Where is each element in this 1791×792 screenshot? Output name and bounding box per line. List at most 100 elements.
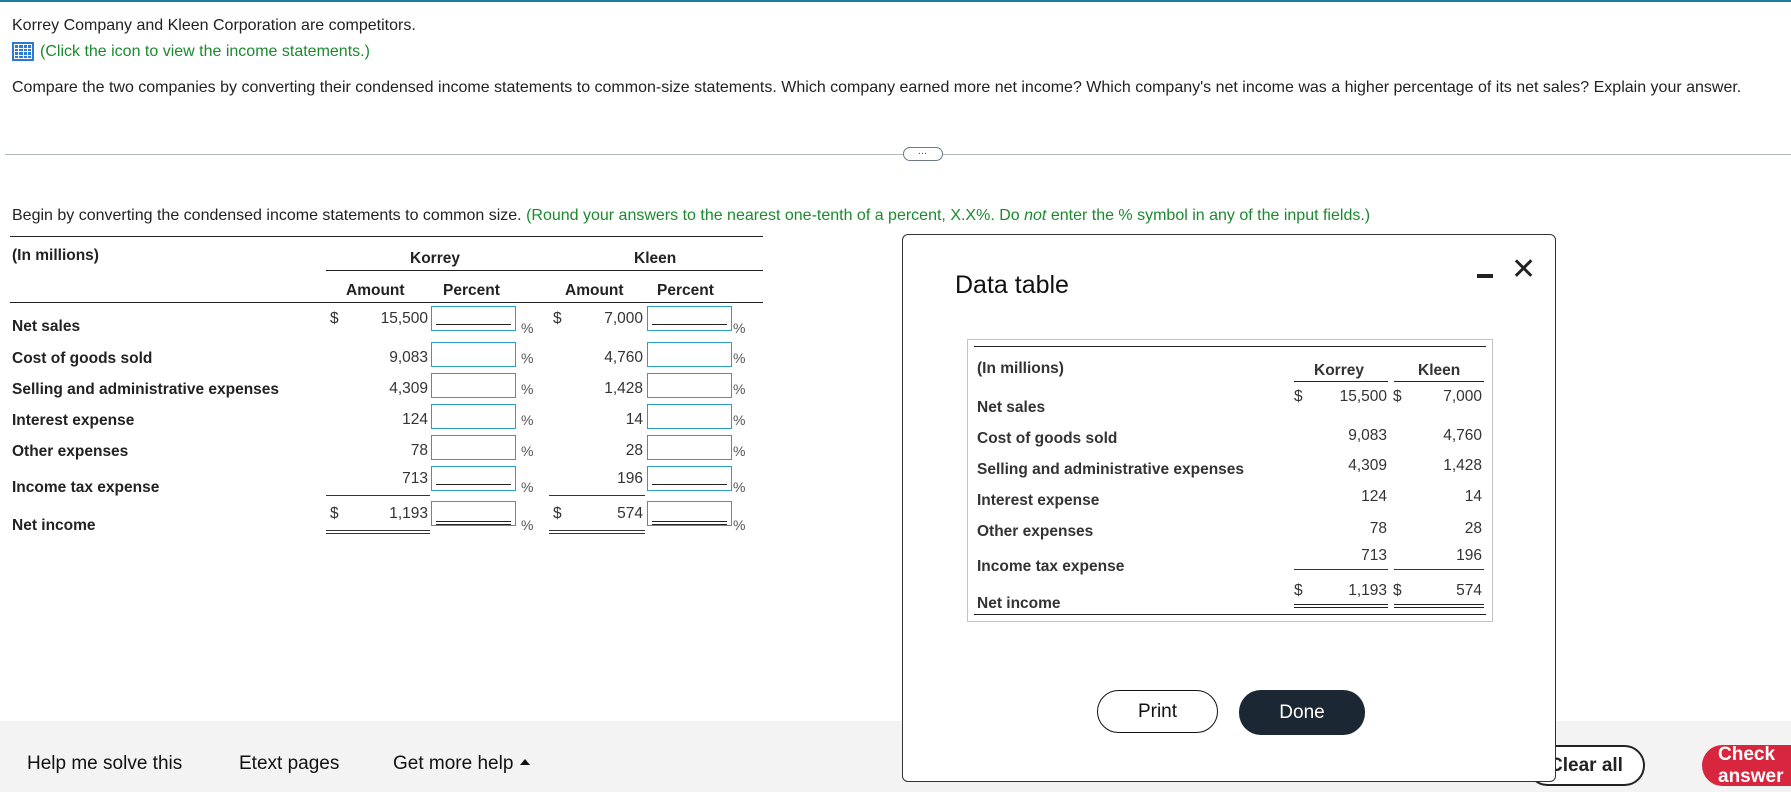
korrey-percent-input[interactable] (431, 435, 516, 460)
dt-korrey-value: 15,500 (1339, 388, 1387, 405)
row-label-cogs: Cost of goods sold (12, 350, 153, 367)
percent-sign: % (733, 443, 746, 459)
dt-row-label: Selling and administrative expenses (977, 461, 1245, 478)
view-statements-text[interactable]: (Click the icon to view the income state… (40, 43, 370, 61)
kleen-dollar-sign: $ (553, 505, 562, 522)
dt-units-label: (In millions) (977, 360, 1064, 377)
top-accent-line (0, 0, 1791, 2)
korrey-dollar-sign: $ (330, 505, 339, 522)
dt-kleen-value: 4,760 (1443, 427, 1482, 444)
percent-sign: % (521, 517, 534, 533)
korrey-header: Korrey (410, 250, 460, 267)
kleen-percent-input[interactable] (647, 342, 732, 367)
row-label-interest: Interest expense (12, 412, 135, 429)
kleen-percent-input[interactable] (647, 373, 732, 398)
korrey-percent-input[interactable] (431, 373, 516, 398)
korrey-total-rule (326, 533, 430, 534)
kleen-percent-input[interactable] (647, 404, 732, 429)
table-grid-icon[interactable] (12, 42, 34, 61)
section-divider (5, 154, 1791, 155)
dt-row-label: Cost of goods sold (977, 430, 1118, 447)
done-button[interactable]: Done (1239, 690, 1365, 735)
view-statements-link[interactable]: (Click the icon to view the income state… (12, 42, 370, 61)
kleen-percent-input[interactable] (647, 501, 732, 526)
korrey-percent-header: Percent (443, 282, 500, 299)
kleen-percent-input[interactable] (647, 435, 732, 460)
korrey-percent-input[interactable] (431, 306, 516, 331)
kleen-percent-input[interactable] (647, 466, 732, 491)
dt-kleen-value: 196 (1456, 547, 1482, 564)
dt-kleen-value: 1,428 (1443, 457, 1482, 474)
dt-korrey-total-rule (1294, 604, 1388, 605)
get-more-help-menu[interactable]: Get more help (393, 753, 531, 775)
dt-kleen-total-rule (1394, 604, 1484, 605)
dt-kleen-value: 574 (1456, 582, 1482, 599)
table-top-rule (10, 236, 763, 237)
expand-more-button[interactable]: … (903, 147, 943, 161)
dt-kleen-value: 28 (1464, 520, 1482, 537)
dt-kleen-header: Kleen (1418, 362, 1461, 379)
percent-sign: % (733, 381, 746, 397)
dt-korrey-header: Korrey (1314, 362, 1364, 379)
dt-dollar-sign: $ (1393, 582, 1402, 599)
dt-dollar-sign: $ (1294, 388, 1303, 405)
dt-bottom-rule (974, 614, 1486, 615)
korrey-percent-input[interactable] (431, 501, 516, 526)
kleen-amount: 1,428 (604, 380, 643, 397)
dt-korrey-value: 124 (1361, 488, 1387, 505)
korrey-amount: 1,193 (389, 505, 428, 522)
data-table-modal: Data table ✕ (In millions) Korrey Kleen … (902, 234, 1556, 782)
percent-sign: % (521, 443, 534, 459)
instruction-hint: (Round your answers to the nearest one-t… (526, 207, 1371, 224)
help-me-solve-link[interactable]: Help me solve this (27, 753, 182, 775)
check-answer-button[interactable]: Check answer (1702, 744, 1791, 787)
dt-row-label: Income tax expense (977, 558, 1125, 575)
dt-top-rule (974, 346, 1486, 347)
kleen-amount: 4,760 (604, 349, 643, 366)
korrey-percent-input[interactable] (431, 342, 516, 367)
instruction-main: Begin by converting the condensed income… (12, 207, 522, 224)
dt-kleen-value: 7,000 (1443, 388, 1482, 405)
dt-korrey-value: 78 (1369, 520, 1387, 537)
dt-row-label: Net sales (977, 399, 1046, 416)
korrey-percent-input[interactable] (431, 404, 516, 429)
kleen-amount: 196 (617, 470, 643, 487)
dt-row-label: Interest expense (977, 492, 1100, 509)
dt-dollar-sign: $ (1393, 388, 1402, 405)
caret-up-icon (520, 758, 531, 765)
dt-kleen-subtotal-rule (1394, 569, 1484, 570)
kleen-percent-input[interactable] (647, 306, 732, 331)
company-header-rule (326, 270, 763, 271)
kleen-percent-header: Percent (657, 282, 714, 299)
percent-sign: % (521, 381, 534, 397)
minimize-icon[interactable] (1475, 265, 1497, 285)
intro-text: Korrey Company and Kleen Corporation are… (12, 17, 416, 34)
modal-title: Data table (955, 271, 1069, 299)
row-label-income-tax: Income tax expense (12, 479, 160, 496)
close-icon[interactable]: ✕ (1511, 255, 1536, 285)
kleen-total-rule (549, 530, 645, 531)
kleen-subtotal-rule (549, 495, 645, 496)
dt-row-label: Other expenses (977, 523, 1094, 540)
etext-pages-link[interactable]: Etext pages (239, 753, 339, 775)
korrey-amount: 9,083 (389, 349, 428, 366)
percent-sign: % (733, 479, 746, 495)
kleen-header: Kleen (634, 250, 677, 267)
korrey-percent-input[interactable] (431, 466, 516, 491)
instruction-text: Begin by converting the condensed income… (12, 207, 1370, 225)
korrey-amount: 124 (402, 411, 428, 428)
korrey-amount: 713 (402, 470, 428, 487)
dt-kleen-value: 14 (1464, 488, 1482, 505)
percent-sign: % (521, 412, 534, 428)
dt-dollar-sign: $ (1294, 582, 1303, 599)
korrey-total-rule (326, 530, 430, 531)
dt-row-label: Net income (977, 595, 1061, 612)
percent-sign: % (521, 350, 534, 366)
percent-sign: % (733, 517, 746, 533)
kleen-dollar-sign: $ (553, 310, 562, 327)
units-label: (In millions) (12, 247, 99, 264)
dt-korrey-value: 1,193 (1348, 582, 1387, 599)
print-button[interactable]: Print (1097, 690, 1218, 733)
dt-korrey-total-rule (1294, 607, 1388, 608)
dt-korrey-value: 4,309 (1348, 457, 1387, 474)
